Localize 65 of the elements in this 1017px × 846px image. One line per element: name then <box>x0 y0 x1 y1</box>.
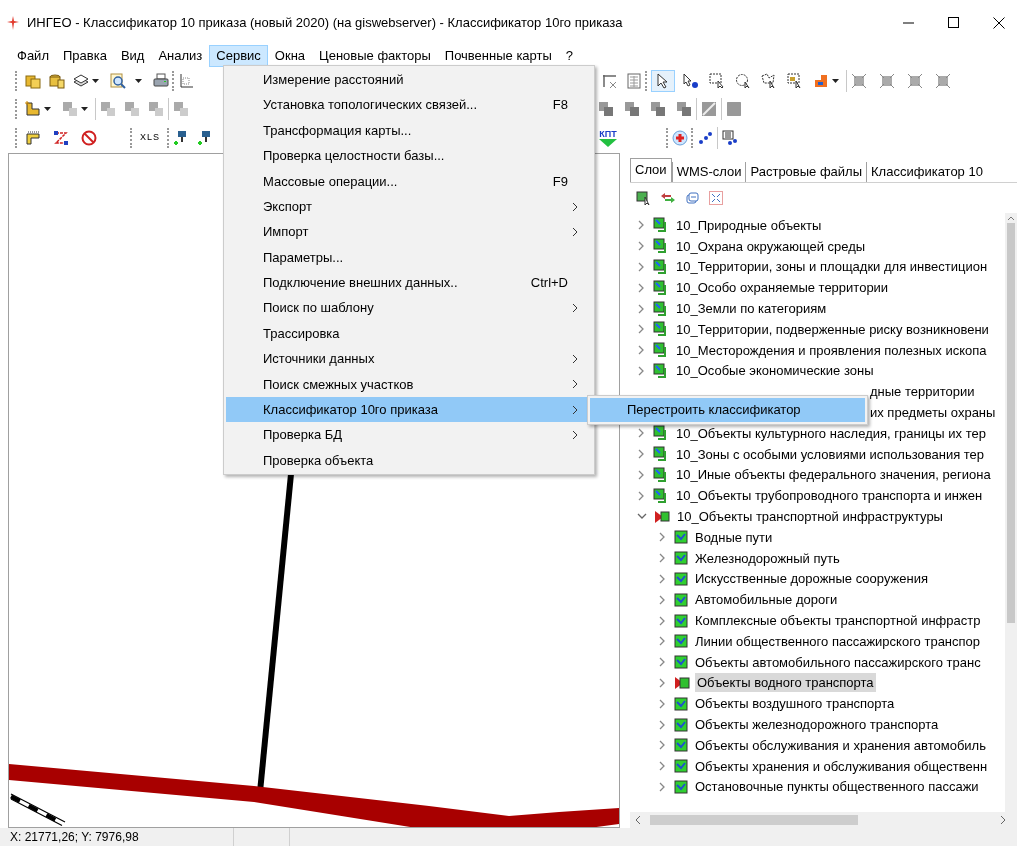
menu-entry[interactable]: Трансформация карты... <box>226 117 592 144</box>
menu-item[interactable]: Ценовые факторы <box>312 45 438 67</box>
tree-item[interactable]: Комплексные объекты транспортной инфрастр <box>693 611 983 631</box>
tree-item[interactable]: 10_Территории, подверженные риску возникновени <box>674 319 991 339</box>
menu-entry[interactable]: Установка топологических связей... F8 <box>226 92 592 118</box>
menu-entry[interactable]: Параметры... <box>226 244 592 271</box>
panel-tab[interactable]: Слои <box>630 158 672 182</box>
menu-entry[interactable]: Трассировка <box>226 320 592 347</box>
tree-item[interactable]: 10_Объекты трубопроводного транспорта и инжен <box>674 486 985 506</box>
tree-item[interactable]: Водные пути <box>693 527 775 547</box>
tree-item[interactable]: 10_Объекты культурного наследия, границы их тер <box>674 423 988 443</box>
tree-item[interactable]: 10_Территории, зоны и площадки для инвестицион <box>674 257 990 277</box>
tree-item[interactable]: Автомобильные дороги <box>693 590 840 610</box>
tree-item[interactable]: Объекты автомобильного пассажирского транс <box>693 652 983 672</box>
menu-item[interactable]: Вид <box>113 45 152 67</box>
tree-item[interactable]: их предметы охраны <box>870 402 996 423</box>
window-title: ИНГЕО - Классификатор 10 приказа (новый 2020) (на giswebserver) - Классификатор 10го приказа <box>27 13 623 32</box>
menu-item[interactable]: Файл <box>10 45 56 67</box>
tree-item[interactable]: 10_Особо охраняемые территории <box>674 278 891 298</box>
tree-item[interactable]: Остановочные пункты общественного пассажи <box>693 777 981 797</box>
menu-entry[interactable]: Массовые операции... F9 <box>226 168 592 194</box>
shortcut-label: F9 <box>552 172 568 191</box>
tree-item[interactable]: Железнодорожный путь <box>693 548 842 568</box>
menu-item[interactable]: Окна <box>267 45 313 67</box>
xls-export-button[interactable]: XLS <box>136 131 164 145</box>
panel-tab[interactable]: Растровые файлы <box>745 162 867 182</box>
tree-item[interactable]: Объекты воздушного транспорта <box>693 694 897 714</box>
cursor-coordinates: X: 21771,26; Y: 7976,98 <box>0 828 234 846</box>
tree-item[interactable]: 10_Объекты транспортной инфраструктуры <box>675 507 945 527</box>
tree-item[interactable]: Объекты железнодорожного транспорта <box>693 715 941 734</box>
menu-entry[interactable]: Подключение внешних данных.. Ctrl+D <box>226 270 592 296</box>
shortcut-label: F8 <box>552 96 568 115</box>
tree-item[interactable]: 10_Иные объекты федерального значения, региона <box>674 465 993 485</box>
menu-item[interactable]: Почвенные карты <box>437 45 559 67</box>
tree-item[interactable]: дные территории <box>870 382 975 402</box>
panel-tab[interactable]: Классификатор 10 <box>866 162 987 182</box>
tree-item[interactable]: 10_Зоны с особыми условиями использования тер <box>674 444 987 464</box>
menu-entry[interactable]: Измерение расстояний <box>226 67 592 93</box>
shortcut-label: Ctrl+D <box>530 274 568 293</box>
tree-item[interactable]: 10_Природные объекты <box>674 215 824 235</box>
tree-item[interactable]: Объекты обслуживания и хранения автомобиль <box>693 735 988 755</box>
menu-entry[interactable]: Поиск смежных участков <box>226 371 592 398</box>
kpt-label: КПТ <box>599 129 617 139</box>
tree-item[interactable]: Линии общественного пассажирского транспор <box>693 631 983 651</box>
menu-entry[interactable]: Экспорт <box>226 193 592 220</box>
menu-entry[interactable]: Проверка объекта <box>226 447 592 474</box>
panel-tab[interactable]: WMS-слои <box>671 162 746 182</box>
tree-item[interactable]: 10_Земли по категориям <box>674 299 829 319</box>
menu-entry[interactable]: Перестроить классификатор <box>590 398 865 422</box>
menu-item[interactable]: ? <box>558 45 581 67</box>
menu-item[interactable]: Правка <box>55 45 114 67</box>
tree-item[interactable]: 10_Охрана окружающей среды <box>674 236 868 256</box>
menu-item[interactable]: Анализ <box>151 45 210 67</box>
tree-item[interactable]: 10_Особые экономические зоны <box>674 361 876 381</box>
tree-item[interactable]: Объекты водного транспорта <box>695 673 876 693</box>
tree-item[interactable]: 10_Месторождения и проявления полезных ископа <box>674 340 989 360</box>
tree-item[interactable]: Объекты хранения и обслуживания общественн <box>693 756 990 776</box>
menu-entry[interactable]: Поиск по шаблону <box>226 295 592 321</box>
menu-entry[interactable]: Импорт <box>226 219 592 245</box>
menu-entry[interactable]: Проверка БД <box>226 422 592 448</box>
menu-entry[interactable]: Проверка целостности базы... <box>226 143 592 169</box>
menu-item[interactable]: Сервис <box>209 45 268 67</box>
tree-item[interactable]: Искусственные дорожные сооружения <box>693 569 930 589</box>
menu-entry[interactable]: Источники данных <box>226 346 592 372</box>
kpt-button[interactable]: КПТ <box>599 129 617 147</box>
